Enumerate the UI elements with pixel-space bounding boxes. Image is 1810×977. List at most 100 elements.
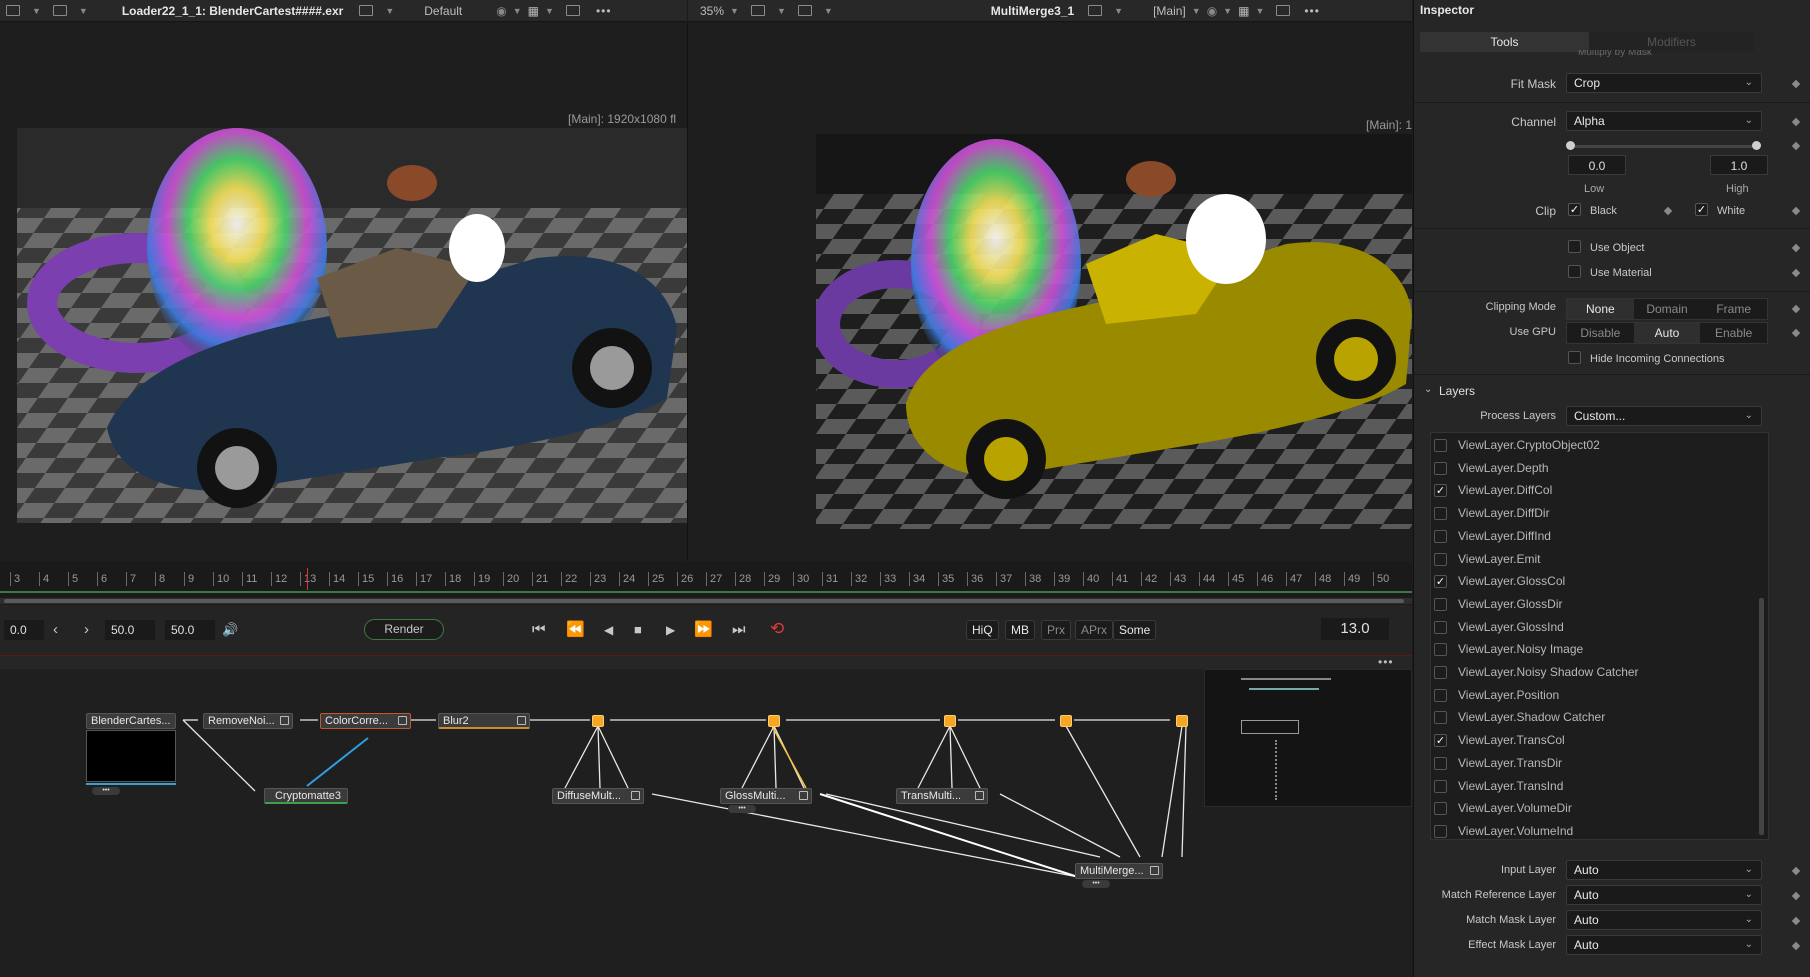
layer-row[interactable]: ViewLayer.TransDir bbox=[1434, 752, 1754, 775]
time-scrollbar[interactable] bbox=[0, 598, 1412, 604]
loader-node[interactable]: BlenderCartes... bbox=[86, 713, 176, 729]
roi-icon[interactable] bbox=[565, 5, 580, 16]
render-button[interactable]: Render bbox=[364, 619, 444, 640]
range-slider-low-handle[interactable] bbox=[1566, 141, 1575, 150]
layer-row[interactable]: ViewLayer.VolumeDir bbox=[1434, 797, 1754, 820]
layer-checkbox[interactable] bbox=[1434, 711, 1447, 725]
layer-row[interactable]: ViewLayer.Shadow Catcher bbox=[1434, 706, 1754, 729]
colorcorrector-node[interactable]: ColorCorre... bbox=[320, 713, 411, 729]
range-slider-track[interactable] bbox=[1570, 145, 1756, 148]
motion-blur-button[interactable]: MB bbox=[1005, 620, 1035, 640]
merge-node-2[interactable] bbox=[768, 715, 780, 727]
low-value-field[interactable]: 0.0 bbox=[1568, 155, 1626, 175]
layer-checkbox[interactable] bbox=[1434, 597, 1447, 611]
chevron-down-icon[interactable]: ▼ bbox=[513, 6, 522, 16]
node-view-icon[interactable] bbox=[517, 716, 526, 725]
layer-row[interactable]: ViewLayer.Depth bbox=[1434, 457, 1754, 480]
layers-section-header[interactable]: Layers bbox=[1439, 384, 1475, 398]
layer-row[interactable]: ✓ ViewLayer.GlossCol bbox=[1434, 570, 1754, 593]
time-ruler[interactable]: 3 4 5 6 7 8 9 10 11 12 13 14 15 16 17 18 19 20 21 22 23 24 25 2… bbox=[0, 562, 1443, 596]
loop-icon[interactable]: ⟲ bbox=[770, 619, 784, 639]
go-to-start-icon[interactable]: ⏮ bbox=[532, 620, 546, 640]
scrollbar-thumb[interactable] bbox=[4, 599, 1404, 603]
clip-white-checkbox[interactable]: ✓ bbox=[1695, 203, 1708, 216]
global-end-field[interactable]: 50.0 bbox=[105, 620, 155, 640]
layer-checkbox[interactable] bbox=[1434, 461, 1447, 475]
right-viewer[interactable]: [Main]: 1920x10 bbox=[688, 23, 1412, 561]
match-mask-dropdown[interactable]: Auto ⌄ bbox=[1566, 910, 1762, 930]
merge-node-4[interactable] bbox=[1060, 715, 1072, 727]
chevron-down-icon[interactable]: ▼ bbox=[1255, 6, 1264, 16]
gpu-enable-option[interactable]: Enable bbox=[1700, 323, 1767, 343]
a-buffer-icon[interactable] bbox=[750, 5, 765, 16]
play-reverse-icon[interactable]: ◀ bbox=[604, 620, 613, 640]
node-editor[interactable]: ••• BlenderCartes... ••• RemoveNoi... Co… bbox=[0, 655, 1412, 977]
layer-row[interactable]: ViewLayer.Position bbox=[1434, 684, 1754, 707]
chevron-right-icon[interactable]: › bbox=[84, 620, 89, 640]
layer-checkbox[interactable] bbox=[1434, 507, 1447, 521]
layer-checkbox[interactable] bbox=[1434, 824, 1447, 838]
node-view-icon[interactable] bbox=[975, 791, 984, 800]
zoom-level[interactable]: 35% bbox=[700, 4, 724, 18]
chevron-down-icon[interactable]: ▼ bbox=[1223, 6, 1232, 16]
process-layers-dropdown[interactable]: Custom... ⌄ bbox=[1566, 406, 1762, 426]
layer-row[interactable]: ViewLayer.VolumeInd bbox=[1434, 820, 1754, 843]
node-view-icon[interactable] bbox=[631, 791, 640, 800]
range-slider-high-handle[interactable] bbox=[1752, 141, 1761, 150]
blur-node[interactable]: Blur2 bbox=[438, 713, 530, 729]
removenoise-node[interactable]: RemoveNoi... bbox=[203, 713, 293, 729]
layer-checkbox[interactable]: ✓ bbox=[1434, 484, 1447, 498]
merge-node-3[interactable] bbox=[944, 715, 956, 727]
channel-dropdown[interactable]: Alpha ⌄ bbox=[1566, 111, 1762, 131]
node-view-icon[interactable] bbox=[799, 791, 808, 800]
layer-checkbox[interactable] bbox=[1434, 688, 1447, 702]
clipping-frame-option[interactable]: Frame bbox=[1700, 299, 1767, 319]
high-value-field[interactable]: 1.0 bbox=[1710, 155, 1768, 175]
layer-row[interactable]: ViewLayer.Noisy Image bbox=[1434, 638, 1754, 661]
chevron-down-icon[interactable]: ▼ bbox=[730, 6, 739, 16]
go-to-end-icon[interactable]: ⏭ bbox=[732, 620, 746, 640]
clipping-none-option[interactable]: None bbox=[1567, 299, 1634, 319]
node-view-icon[interactable] bbox=[398, 716, 407, 725]
use-object-checkbox[interactable] bbox=[1568, 240, 1581, 253]
layer-checkbox[interactable] bbox=[1434, 552, 1447, 566]
layer-checkbox[interactable] bbox=[1434, 529, 1447, 543]
roi-icon[interactable] bbox=[1276, 5, 1291, 16]
gloss-multimerge-node[interactable]: GlossMulti... bbox=[720, 788, 812, 804]
layer-checkbox[interactable] bbox=[1434, 643, 1447, 657]
clipping-mode-selector[interactable]: None Domain Frame bbox=[1566, 298, 1768, 320]
stop-icon[interactable]: ■ bbox=[634, 620, 642, 640]
viewer-layout-icon[interactable] bbox=[6, 5, 20, 16]
chevron-left-icon[interactable]: ‹ bbox=[53, 620, 58, 640]
diffuse-multimerge-node[interactable]: DiffuseMult... bbox=[552, 788, 644, 804]
layer-row[interactable]: ViewLayer.GlossDir bbox=[1434, 593, 1754, 616]
grid-icon[interactable]: ▦ bbox=[1238, 4, 1249, 18]
layer-row[interactable]: ViewLayer.GlossInd bbox=[1434, 616, 1754, 639]
selective-update-button[interactable]: Some bbox=[1113, 620, 1157, 640]
node-navigator[interactable] bbox=[1204, 669, 1412, 807]
input-layer-dropdown[interactable]: Auto ⌄ bbox=[1566, 860, 1762, 880]
lut-selector[interactable]: Default bbox=[424, 4, 462, 18]
fit-mask-dropdown[interactable]: Crop ⌄ bbox=[1566, 73, 1762, 93]
playhead[interactable] bbox=[307, 568, 308, 590]
layer-checkbox[interactable] bbox=[1434, 439, 1447, 452]
layer-checkbox[interactable] bbox=[1434, 802, 1447, 816]
merge-node-5[interactable] bbox=[1176, 715, 1188, 727]
chevron-down-icon[interactable]: ▼ bbox=[32, 6, 41, 16]
layer-row[interactable]: ViewLayer.Emit bbox=[1434, 548, 1754, 571]
chevron-down-icon[interactable]: ▼ bbox=[824, 6, 833, 16]
gpu-disable-option[interactable]: Disable bbox=[1567, 323, 1634, 343]
display-icon[interactable] bbox=[359, 5, 374, 16]
play-forward-icon[interactable]: ▶ bbox=[666, 620, 675, 640]
node-view-icon[interactable] bbox=[280, 716, 289, 725]
use-material-checkbox[interactable] bbox=[1568, 265, 1581, 278]
layer-checkbox[interactable]: ✓ bbox=[1434, 734, 1447, 748]
layer-row[interactable]: ✓ ViewLayer.DiffCol bbox=[1434, 479, 1754, 502]
layer-row[interactable]: ViewLayer.DiffDir bbox=[1434, 502, 1754, 525]
navigator-viewport[interactable] bbox=[1241, 720, 1299, 734]
layer-row[interactable]: ViewLayer.TransInd bbox=[1434, 775, 1754, 798]
layer-checkbox[interactable] bbox=[1434, 779, 1447, 793]
layer-checkbox[interactable] bbox=[1434, 666, 1447, 679]
tab-tools[interactable]: Tools bbox=[1420, 32, 1589, 52]
viewer-options-icon[interactable] bbox=[797, 5, 812, 16]
